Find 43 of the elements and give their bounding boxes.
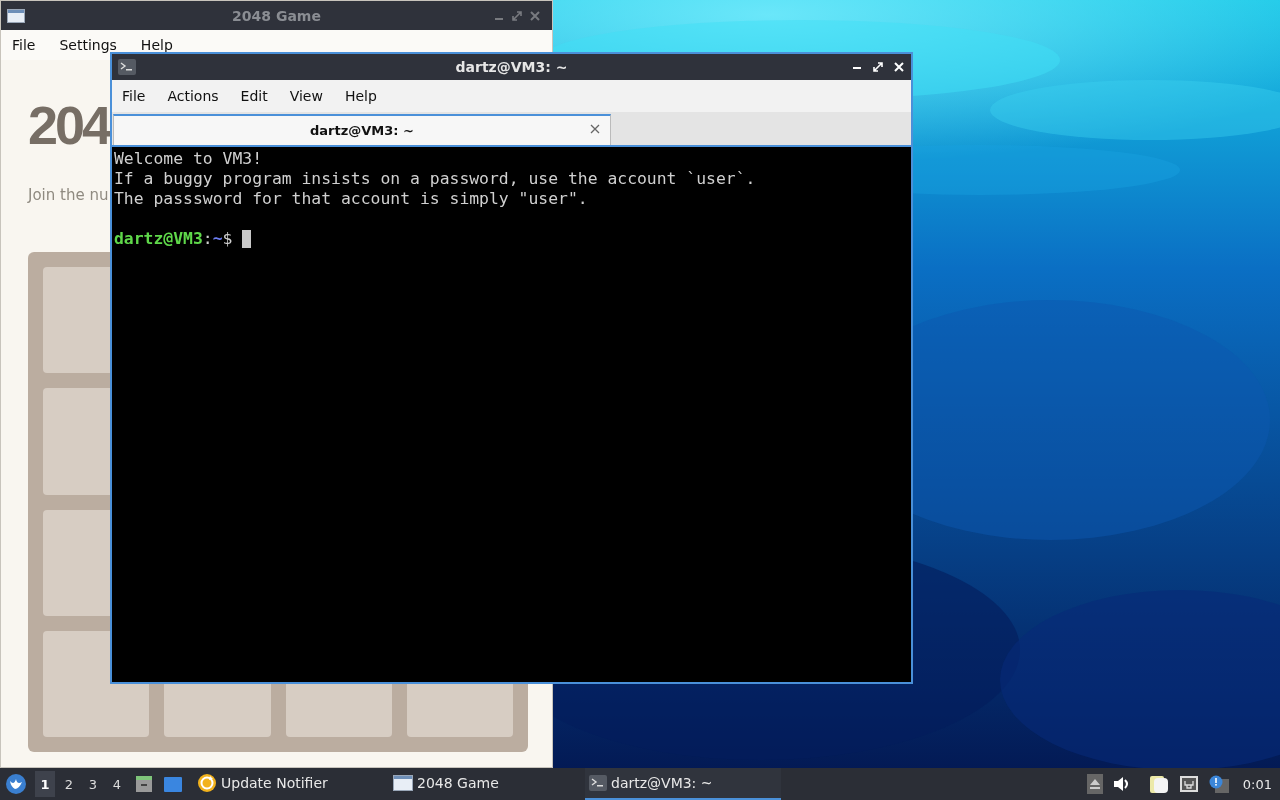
prompt-path: ~: [212, 229, 223, 249]
menu-item[interactable]: View: [282, 88, 330, 104]
task-button[interactable]: Update Notifier: [193, 768, 389, 800]
workspace-button[interactable]: 3: [83, 771, 103, 797]
notification-icon[interactable]: [1208, 775, 1229, 793]
menu-item[interactable]: Actions: [160, 88, 226, 104]
menu-item[interactable]: Help: [337, 88, 384, 104]
file-cabinet-icon[interactable]: [135, 775, 153, 793]
menu-item[interactable]: File: [5, 37, 43, 53]
workspace-button[interactable]: 4: [107, 771, 127, 797]
prompt-separator: :: [202, 229, 213, 249]
volume-icon[interactable]: [1112, 776, 1131, 792]
window-icon: [393, 775, 413, 791]
menu-item[interactable]: Edit: [233, 88, 275, 104]
window-icon[interactable]: [163, 775, 183, 793]
clock: 0:01: [1242, 776, 1272, 792]
tab[interactable]: dartz@VM3: ~: [113, 114, 611, 145]
terminal-line: The passsword for that account is simply "user".: [114, 189, 588, 209]
workspace-button[interactable]: 2: [59, 771, 79, 797]
window-title: 2048 Game: [232, 7, 321, 24]
game-title: 204: [28, 94, 110, 157]
menu-item[interactable]: File: [115, 88, 153, 104]
start-button[interactable]: [5, 773, 27, 795]
terminal-icon: [118, 59, 136, 75]
terminal-line: If a buggy program insists on a password, use the account `user`.: [114, 169, 756, 189]
maximize-icon[interactable]: [873, 62, 883, 72]
task-button[interactable]: 2048 Game: [389, 768, 585, 800]
prompt-user: dartz@VM3: [114, 229, 203, 249]
window-icon: [7, 8, 25, 23]
eject-icon[interactable]: [1086, 774, 1103, 794]
refresh-icon: [197, 773, 217, 793]
menu-item[interactable]: Settings: [52, 37, 124, 53]
menu-item[interactable]: Help: [133, 37, 180, 53]
prompt-symbol: $: [222, 229, 233, 249]
network-icon[interactable]: [1178, 775, 1199, 793]
workspace-button[interactable]: 1: [35, 771, 55, 797]
window-title: dartz@VM3: ~: [455, 59, 568, 75]
terminal-icon: [589, 775, 607, 791]
clipboard-icon[interactable]: [1148, 774, 1169, 794]
terminal-line: Welcome to VM3!: [114, 149, 263, 169]
text-cursor: [242, 230, 252, 248]
task-button[interactable]: dartz@VM3: ~: [585, 768, 781, 800]
intro-text: Join the nu: [28, 186, 109, 204]
